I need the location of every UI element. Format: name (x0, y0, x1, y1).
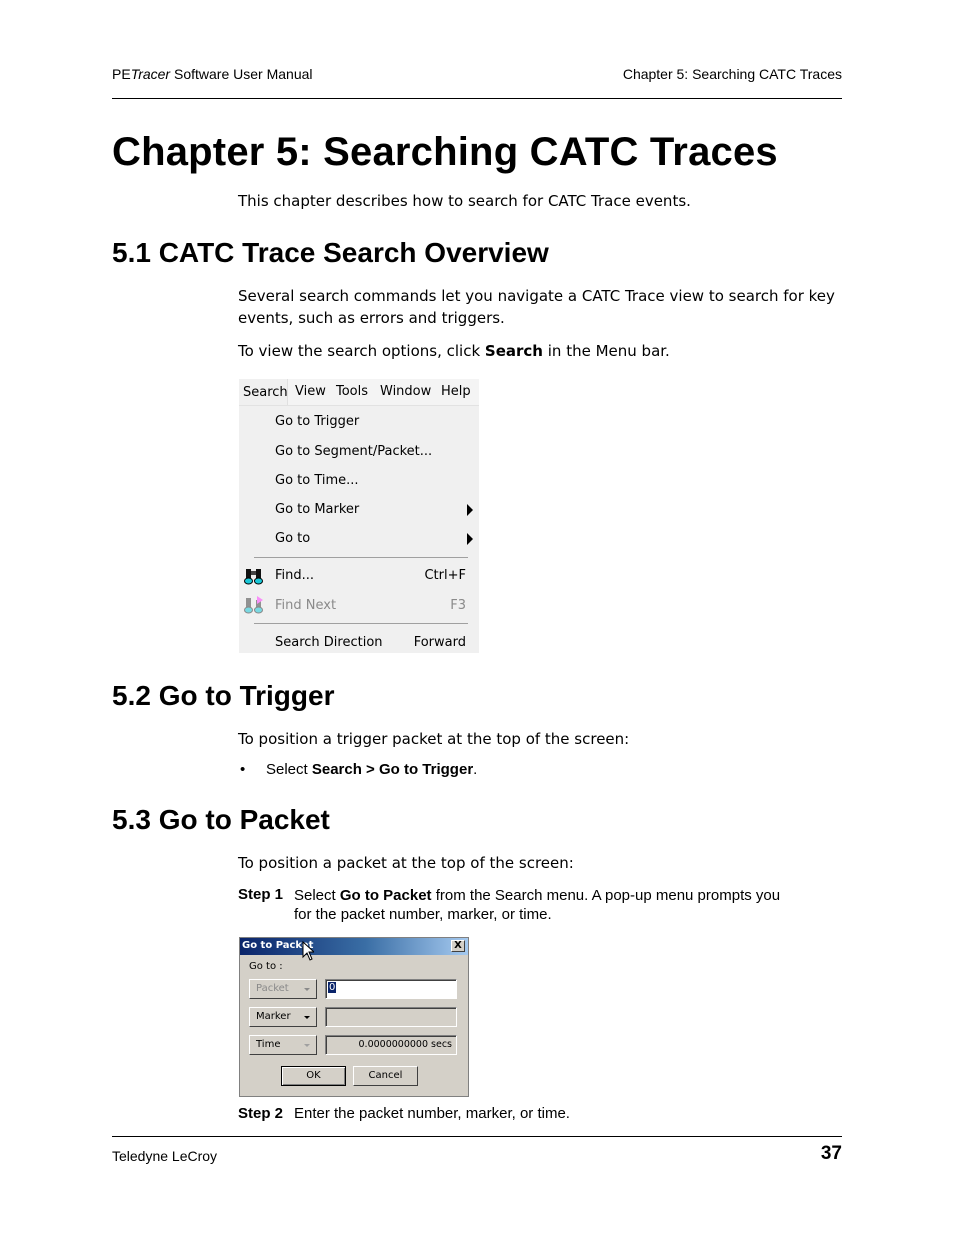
menu-bar: Search View Tools Window Help (239, 379, 479, 406)
search-direction-value: Forward (413, 635, 466, 650)
chevron-down-icon (304, 1016, 310, 1019)
close-icon[interactable]: X (451, 940, 465, 952)
menu-bar-search[interactable]: Search (239, 379, 288, 405)
header-rule (112, 98, 842, 99)
header-manual: Software User Manual (170, 66, 313, 82)
menu-separator (254, 623, 468, 624)
go-to-label: Go to : (249, 961, 283, 972)
section-5-2-bullet: Select Search > Go to Trigger. (266, 761, 478, 778)
submenu-arrow-icon (467, 533, 473, 545)
time-input[interactable]: 0.0000000000 secs (325, 1035, 457, 1055)
marker-input[interactable] (325, 1007, 457, 1027)
header-pe: PE (112, 66, 131, 82)
binoculars-icon (244, 567, 264, 589)
mouse-cursor-icon (302, 940, 316, 966)
running-header-left: PETracer Software User Manual (112, 66, 313, 82)
time-combo[interactable]: Time (249, 1035, 317, 1055)
step-2-label: Step 2 (238, 1105, 284, 1122)
menu-item-search-direction[interactable]: Search Direction (275, 635, 383, 650)
chevron-down-icon (304, 988, 310, 991)
section-5-1-para1: Several search commands let you navigate… (238, 287, 835, 327)
step-2-text: Enter the packet number, marker, or time… (294, 1105, 570, 1122)
menu-bar-window[interactable]: Window (380, 384, 431, 399)
menu-separator (254, 557, 468, 558)
search-menu-screenshot: Search View Tools Window Help Go to Trig… (239, 379, 479, 653)
dialog-title-bar: Go to Packet X (240, 938, 468, 955)
bullet-icon: • (240, 761, 246, 778)
section-5-2-para: To position a trigger packet at the top … (238, 730, 630, 748)
ok-button[interactable]: OK (281, 1066, 346, 1086)
packet-combo[interactable]: Packet (249, 979, 317, 999)
chevron-down-icon (304, 1044, 310, 1047)
page-number: 37 (820, 1143, 842, 1164)
marker-combo[interactable]: Marker (249, 1007, 317, 1027)
shortcut-ctrl-f: Ctrl+F (424, 568, 466, 583)
binoculars-next-icon (244, 596, 264, 618)
menu-bar-view[interactable]: View (295, 384, 326, 399)
step-1-label: Step 1 (238, 886, 284, 903)
search-keyword: Search (484, 342, 543, 360)
menu-item-find-next[interactable]: Find Next (275, 598, 336, 613)
cancel-button[interactable]: Cancel (353, 1066, 418, 1086)
menu-item-go-to[interactable]: Go to (275, 531, 310, 546)
menu-bar-tools[interactable]: Tools (336, 384, 368, 399)
packet-number-input[interactable]: 0 (325, 979, 457, 999)
section-5-1-para2: To view the search options, click Search… (238, 342, 670, 360)
submenu-arrow-icon (467, 504, 473, 516)
section-5-2-title: 5.2 Go to Trigger (112, 680, 335, 711)
go-to-packet-dialog: Go to Packet X Go to : Packet 0 Marker T… (239, 937, 469, 1097)
menu-bar-help[interactable]: Help (441, 384, 471, 399)
step-1-text: Select Go to Packet from the Search menu… (294, 887, 781, 923)
menu-item-go-to-segment-packet[interactable]: Go to Segment/Packet... (275, 444, 432, 459)
section-5-3-title: 5.3 Go to Packet (112, 804, 330, 835)
section-5-3-para: To position a packet at the top of the s… (238, 854, 574, 872)
menu-item-go-to-time[interactable]: Go to Time... (275, 473, 359, 488)
menu-item-find[interactable]: Find... (275, 568, 314, 583)
footer-rule (112, 1136, 842, 1137)
menu-item-go-to-trigger[interactable]: Go to Trigger (275, 414, 359, 429)
section-5-1-title: 5.1 CATC Trace Search Overview (112, 237, 549, 268)
header-tracer: Tracer (130, 66, 171, 82)
menu-item-go-to-marker[interactable]: Go to Marker (275, 502, 359, 517)
footer-company: Teledyne LeCroy (112, 1148, 218, 1164)
running-header-right: Chapter 5: Searching CATC Traces (622, 66, 842, 82)
chapter-title: Chapter 5: Searching CATC Traces (112, 130, 778, 174)
chapter-intro: This chapter describes how to search for… (238, 192, 691, 210)
shortcut-f3: F3 (450, 598, 466, 613)
